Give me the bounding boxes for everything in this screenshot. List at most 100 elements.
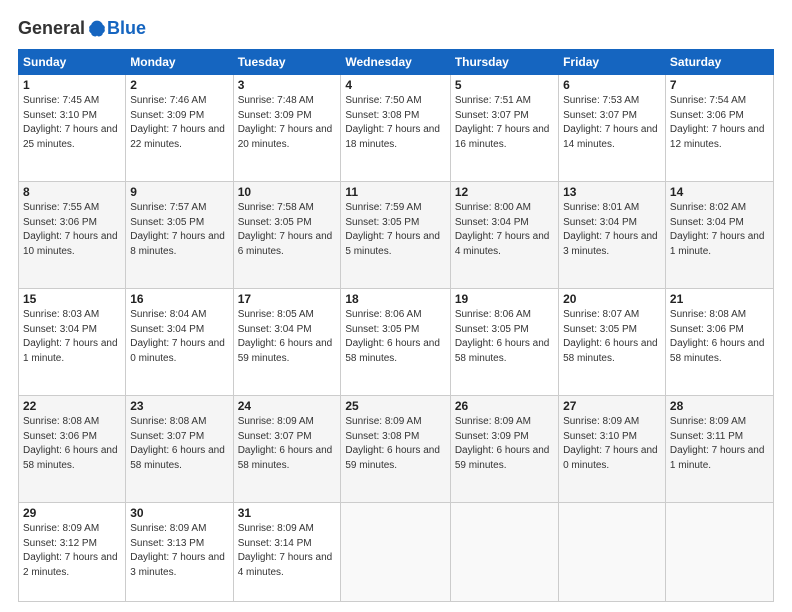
logo-blue-text: Blue xyxy=(107,18,146,39)
calendar-cell: 10 Sunrise: 7:58 AM Sunset: 3:05 PM Dayl… xyxy=(233,182,341,289)
week-row-1: 1 Sunrise: 7:45 AM Sunset: 3:10 PM Dayli… xyxy=(19,75,774,182)
day-info: Sunrise: 7:59 AM Sunset: 3:05 PM Dayligh… xyxy=(345,201,445,259)
weekday-header-tuesday: Tuesday xyxy=(233,50,341,75)
calendar-cell: 7 Sunrise: 7:54 AM Sunset: 3:06 PM Dayli… xyxy=(665,75,773,182)
day-info: Sunrise: 7:58 AM Sunset: 3:05 PM Dayligh… xyxy=(238,201,337,259)
calendar-cell: 11 Sunrise: 7:59 AM Sunset: 3:05 PM Dayl… xyxy=(341,182,450,289)
day-info: Sunrise: 8:01 AM Sunset: 3:04 PM Dayligh… xyxy=(563,201,661,259)
day-info: Sunrise: 8:09 AM Sunset: 3:08 PM Dayligh… xyxy=(345,415,445,473)
weekday-header-row: SundayMondayTuesdayWednesdayThursdayFrid… xyxy=(19,50,774,75)
day-info: Sunrise: 8:06 AM Sunset: 3:05 PM Dayligh… xyxy=(455,308,554,366)
day-number: 22 xyxy=(23,399,121,413)
week-row-3: 15 Sunrise: 8:03 AM Sunset: 3:04 PM Dayl… xyxy=(19,289,774,396)
week-row-5: 29 Sunrise: 8:09 AM Sunset: 3:12 PM Dayl… xyxy=(19,503,774,602)
calendar-cell: 15 Sunrise: 8:03 AM Sunset: 3:04 PM Dayl… xyxy=(19,289,126,396)
day-number: 12 xyxy=(455,185,554,199)
day-info: Sunrise: 8:08 AM Sunset: 3:06 PM Dayligh… xyxy=(670,308,769,366)
day-info: Sunrise: 8:09 AM Sunset: 3:11 PM Dayligh… xyxy=(670,415,769,473)
day-info: Sunrise: 8:09 AM Sunset: 3:14 PM Dayligh… xyxy=(238,522,337,580)
logo-bird-icon xyxy=(87,19,107,39)
calendar-cell: 6 Sunrise: 7:53 AM Sunset: 3:07 PM Dayli… xyxy=(559,75,666,182)
day-info: Sunrise: 7:50 AM Sunset: 3:08 PM Dayligh… xyxy=(345,94,445,152)
day-number: 6 xyxy=(563,78,661,92)
day-info: Sunrise: 8:09 AM Sunset: 3:10 PM Dayligh… xyxy=(563,415,661,473)
calendar-cell: 5 Sunrise: 7:51 AM Sunset: 3:07 PM Dayli… xyxy=(450,75,558,182)
day-info: Sunrise: 8:07 AM Sunset: 3:05 PM Dayligh… xyxy=(563,308,661,366)
day-number: 16 xyxy=(130,292,228,306)
calendar-cell: 13 Sunrise: 8:01 AM Sunset: 3:04 PM Dayl… xyxy=(559,182,666,289)
calendar-cell: 28 Sunrise: 8:09 AM Sunset: 3:11 PM Dayl… xyxy=(665,396,773,503)
day-number: 8 xyxy=(23,185,121,199)
calendar-cell: 25 Sunrise: 8:09 AM Sunset: 3:08 PM Dayl… xyxy=(341,396,450,503)
day-info: Sunrise: 8:09 AM Sunset: 3:09 PM Dayligh… xyxy=(455,415,554,473)
day-number: 9 xyxy=(130,185,228,199)
day-number: 25 xyxy=(345,399,445,413)
calendar-cell: 24 Sunrise: 8:09 AM Sunset: 3:07 PM Dayl… xyxy=(233,396,341,503)
calendar-cell: 23 Sunrise: 8:08 AM Sunset: 3:07 PM Dayl… xyxy=(126,396,233,503)
calendar-cell: 17 Sunrise: 8:05 AM Sunset: 3:04 PM Dayl… xyxy=(233,289,341,396)
day-info: Sunrise: 7:55 AM Sunset: 3:06 PM Dayligh… xyxy=(23,201,121,259)
day-number: 14 xyxy=(670,185,769,199)
calendar-cell xyxy=(559,503,666,602)
day-number: 3 xyxy=(238,78,337,92)
weekday-header-sunday: Sunday xyxy=(19,50,126,75)
day-number: 21 xyxy=(670,292,769,306)
day-info: Sunrise: 8:09 AM Sunset: 3:12 PM Dayligh… xyxy=(23,522,121,580)
calendar-cell xyxy=(665,503,773,602)
logo-general-text: General xyxy=(18,18,85,39)
calendar-cell: 3 Sunrise: 7:48 AM Sunset: 3:09 PM Dayli… xyxy=(233,75,341,182)
calendar-cell: 4 Sunrise: 7:50 AM Sunset: 3:08 PM Dayli… xyxy=(341,75,450,182)
calendar-page: General Blue SundayMondayTuesdayWednesda… xyxy=(0,0,792,612)
day-number: 15 xyxy=(23,292,121,306)
calendar-cell xyxy=(341,503,450,602)
calendar-cell: 21 Sunrise: 8:08 AM Sunset: 3:06 PM Dayl… xyxy=(665,289,773,396)
day-number: 18 xyxy=(345,292,445,306)
day-number: 30 xyxy=(130,506,228,520)
logo: General Blue xyxy=(18,18,146,39)
day-number: 5 xyxy=(455,78,554,92)
day-number: 7 xyxy=(670,78,769,92)
day-number: 23 xyxy=(130,399,228,413)
calendar-cell: 14 Sunrise: 8:02 AM Sunset: 3:04 PM Dayl… xyxy=(665,182,773,289)
day-number: 29 xyxy=(23,506,121,520)
day-info: Sunrise: 8:08 AM Sunset: 3:06 PM Dayligh… xyxy=(23,415,121,473)
calendar-cell: 30 Sunrise: 8:09 AM Sunset: 3:13 PM Dayl… xyxy=(126,503,233,602)
calendar-cell: 20 Sunrise: 8:07 AM Sunset: 3:05 PM Dayl… xyxy=(559,289,666,396)
calendar-cell: 8 Sunrise: 7:55 AM Sunset: 3:06 PM Dayli… xyxy=(19,182,126,289)
weekday-header-monday: Monday xyxy=(126,50,233,75)
weekday-header-saturday: Saturday xyxy=(665,50,773,75)
day-info: Sunrise: 8:04 AM Sunset: 3:04 PM Dayligh… xyxy=(130,308,228,366)
day-number: 26 xyxy=(455,399,554,413)
calendar-cell: 16 Sunrise: 8:04 AM Sunset: 3:04 PM Dayl… xyxy=(126,289,233,396)
day-number: 11 xyxy=(345,185,445,199)
day-number: 19 xyxy=(455,292,554,306)
day-info: Sunrise: 8:09 AM Sunset: 3:07 PM Dayligh… xyxy=(238,415,337,473)
day-number: 1 xyxy=(23,78,121,92)
day-info: Sunrise: 8:06 AM Sunset: 3:05 PM Dayligh… xyxy=(345,308,445,366)
day-info: Sunrise: 7:53 AM Sunset: 3:07 PM Dayligh… xyxy=(563,94,661,152)
day-info: Sunrise: 7:46 AM Sunset: 3:09 PM Dayligh… xyxy=(130,94,228,152)
day-info: Sunrise: 8:08 AM Sunset: 3:07 PM Dayligh… xyxy=(130,415,228,473)
day-info: Sunrise: 7:45 AM Sunset: 3:10 PM Dayligh… xyxy=(23,94,121,152)
day-info: Sunrise: 8:02 AM Sunset: 3:04 PM Dayligh… xyxy=(670,201,769,259)
week-row-4: 22 Sunrise: 8:08 AM Sunset: 3:06 PM Dayl… xyxy=(19,396,774,503)
calendar-table: SundayMondayTuesdayWednesdayThursdayFrid… xyxy=(18,49,774,602)
day-info: Sunrise: 8:00 AM Sunset: 3:04 PM Dayligh… xyxy=(455,201,554,259)
day-number: 4 xyxy=(345,78,445,92)
day-number: 20 xyxy=(563,292,661,306)
calendar-cell: 22 Sunrise: 8:08 AM Sunset: 3:06 PM Dayl… xyxy=(19,396,126,503)
day-info: Sunrise: 8:03 AM Sunset: 3:04 PM Dayligh… xyxy=(23,308,121,366)
calendar-cell: 19 Sunrise: 8:06 AM Sunset: 3:05 PM Dayl… xyxy=(450,289,558,396)
day-info: Sunrise: 7:51 AM Sunset: 3:07 PM Dayligh… xyxy=(455,94,554,152)
week-row-2: 8 Sunrise: 7:55 AM Sunset: 3:06 PM Dayli… xyxy=(19,182,774,289)
day-number: 2 xyxy=(130,78,228,92)
weekday-header-friday: Friday xyxy=(559,50,666,75)
day-info: Sunrise: 7:48 AM Sunset: 3:09 PM Dayligh… xyxy=(238,94,337,152)
day-number: 31 xyxy=(238,506,337,520)
day-number: 27 xyxy=(563,399,661,413)
day-info: Sunrise: 7:57 AM Sunset: 3:05 PM Dayligh… xyxy=(130,201,228,259)
calendar-cell: 1 Sunrise: 7:45 AM Sunset: 3:10 PM Dayli… xyxy=(19,75,126,182)
day-number: 24 xyxy=(238,399,337,413)
day-number: 17 xyxy=(238,292,337,306)
header: General Blue xyxy=(18,18,774,39)
